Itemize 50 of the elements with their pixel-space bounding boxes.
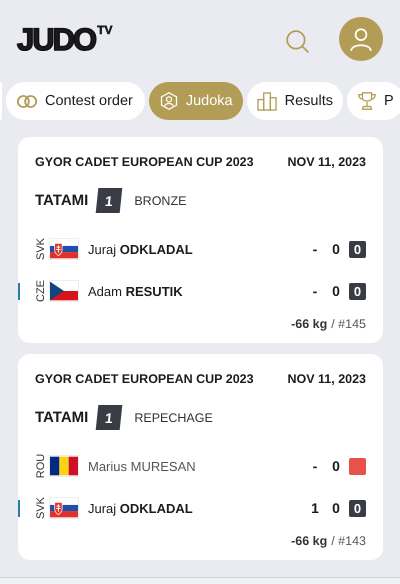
- competitor-name: Juraj ODKLADAL: [88, 242, 194, 256]
- score: 0: [331, 458, 341, 474]
- score: 0: [331, 500, 341, 516]
- competitor-name: Juraj ODKLADAL: [88, 500, 194, 516]
- contest-date: NOV 11, 2023: [287, 372, 366, 386]
- score: -: [312, 283, 318, 299]
- flag-icon: [50, 281, 78, 301]
- contest-number: / #145: [331, 317, 366, 331]
- event-title: GYOR CADET EUROPEAN CUP 2023: [35, 372, 254, 386]
- score: 1: [310, 500, 320, 516]
- competitor-name: Marius MURESAN: [88, 458, 197, 474]
- country-code: CZE: [35, 280, 47, 302]
- country-code: SVK: [35, 238, 47, 260]
- contest-number: / #143: [331, 534, 366, 548]
- rings-icon: [16, 94, 38, 108]
- flag-icon: [50, 498, 78, 518]
- search-icon[interactable]: [285, 29, 309, 53]
- person-icon: [348, 26, 374, 52]
- penalty-card-icon: [349, 458, 366, 474]
- tatami-label: TATAMI: [35, 409, 88, 426]
- score: 0: [331, 241, 341, 257]
- flag-icon: [50, 239, 78, 259]
- country-code: SVK: [35, 497, 47, 519]
- tatami-label: TATAMI: [35, 192, 88, 209]
- flag-icon: [50, 456, 78, 476]
- weight-class: -66 kg: [291, 534, 328, 548]
- penalty-count: 0: [349, 282, 366, 300]
- tatami-number: 1: [96, 188, 123, 213]
- tab[interactable]: Results: [246, 82, 343, 120]
- profile-button[interactable]: [339, 17, 383, 61]
- event-title: GYOR CADET EUROPEAN CUP 2023: [35, 155, 254, 169]
- contest-card[interactable]: GYOR CADET EUROPEAN CUP 2023 NOV 11, 2023 TATAMI 1 REPECHAGE ROU Marius MURESAN - 0 SVK Juraj ODKLADAL 1 0 0 -66 kg / #143: [18, 354, 383, 560]
- weight-class: -66 kg: [291, 317, 328, 331]
- score: -: [312, 458, 318, 474]
- competitor-name: Adam RESUTIK: [88, 284, 184, 298]
- contest-date: NOV 11, 2023: [287, 155, 366, 169]
- tab[interactable]: Contest order: [6, 82, 145, 120]
- person-icon: [158, 91, 179, 111]
- tab[interactable]: P: [346, 82, 400, 120]
- penalty-count: 0: [349, 240, 366, 258]
- tatami-number: 1: [96, 405, 123, 430]
- round-label: BRONZE: [134, 194, 186, 208]
- trophy-icon: [356, 91, 377, 111]
- score: 0: [331, 283, 341, 299]
- round-label: REPECHAGE: [134, 410, 213, 424]
- score: -: [312, 241, 318, 257]
- country-code: ROU: [35, 454, 47, 478]
- bar-chart-icon: [256, 92, 278, 110]
- penalty-count: 0: [349, 500, 366, 516]
- contest-card[interactable]: GYOR CADET EUROPEAN CUP 2023 NOV 11, 2023 TATAMI 1 BRONZE SVK Juraj ODKLADAL - 0 0 CZE Adam RESUTIK - 0 0 -66 kg / #145: [18, 137, 383, 343]
